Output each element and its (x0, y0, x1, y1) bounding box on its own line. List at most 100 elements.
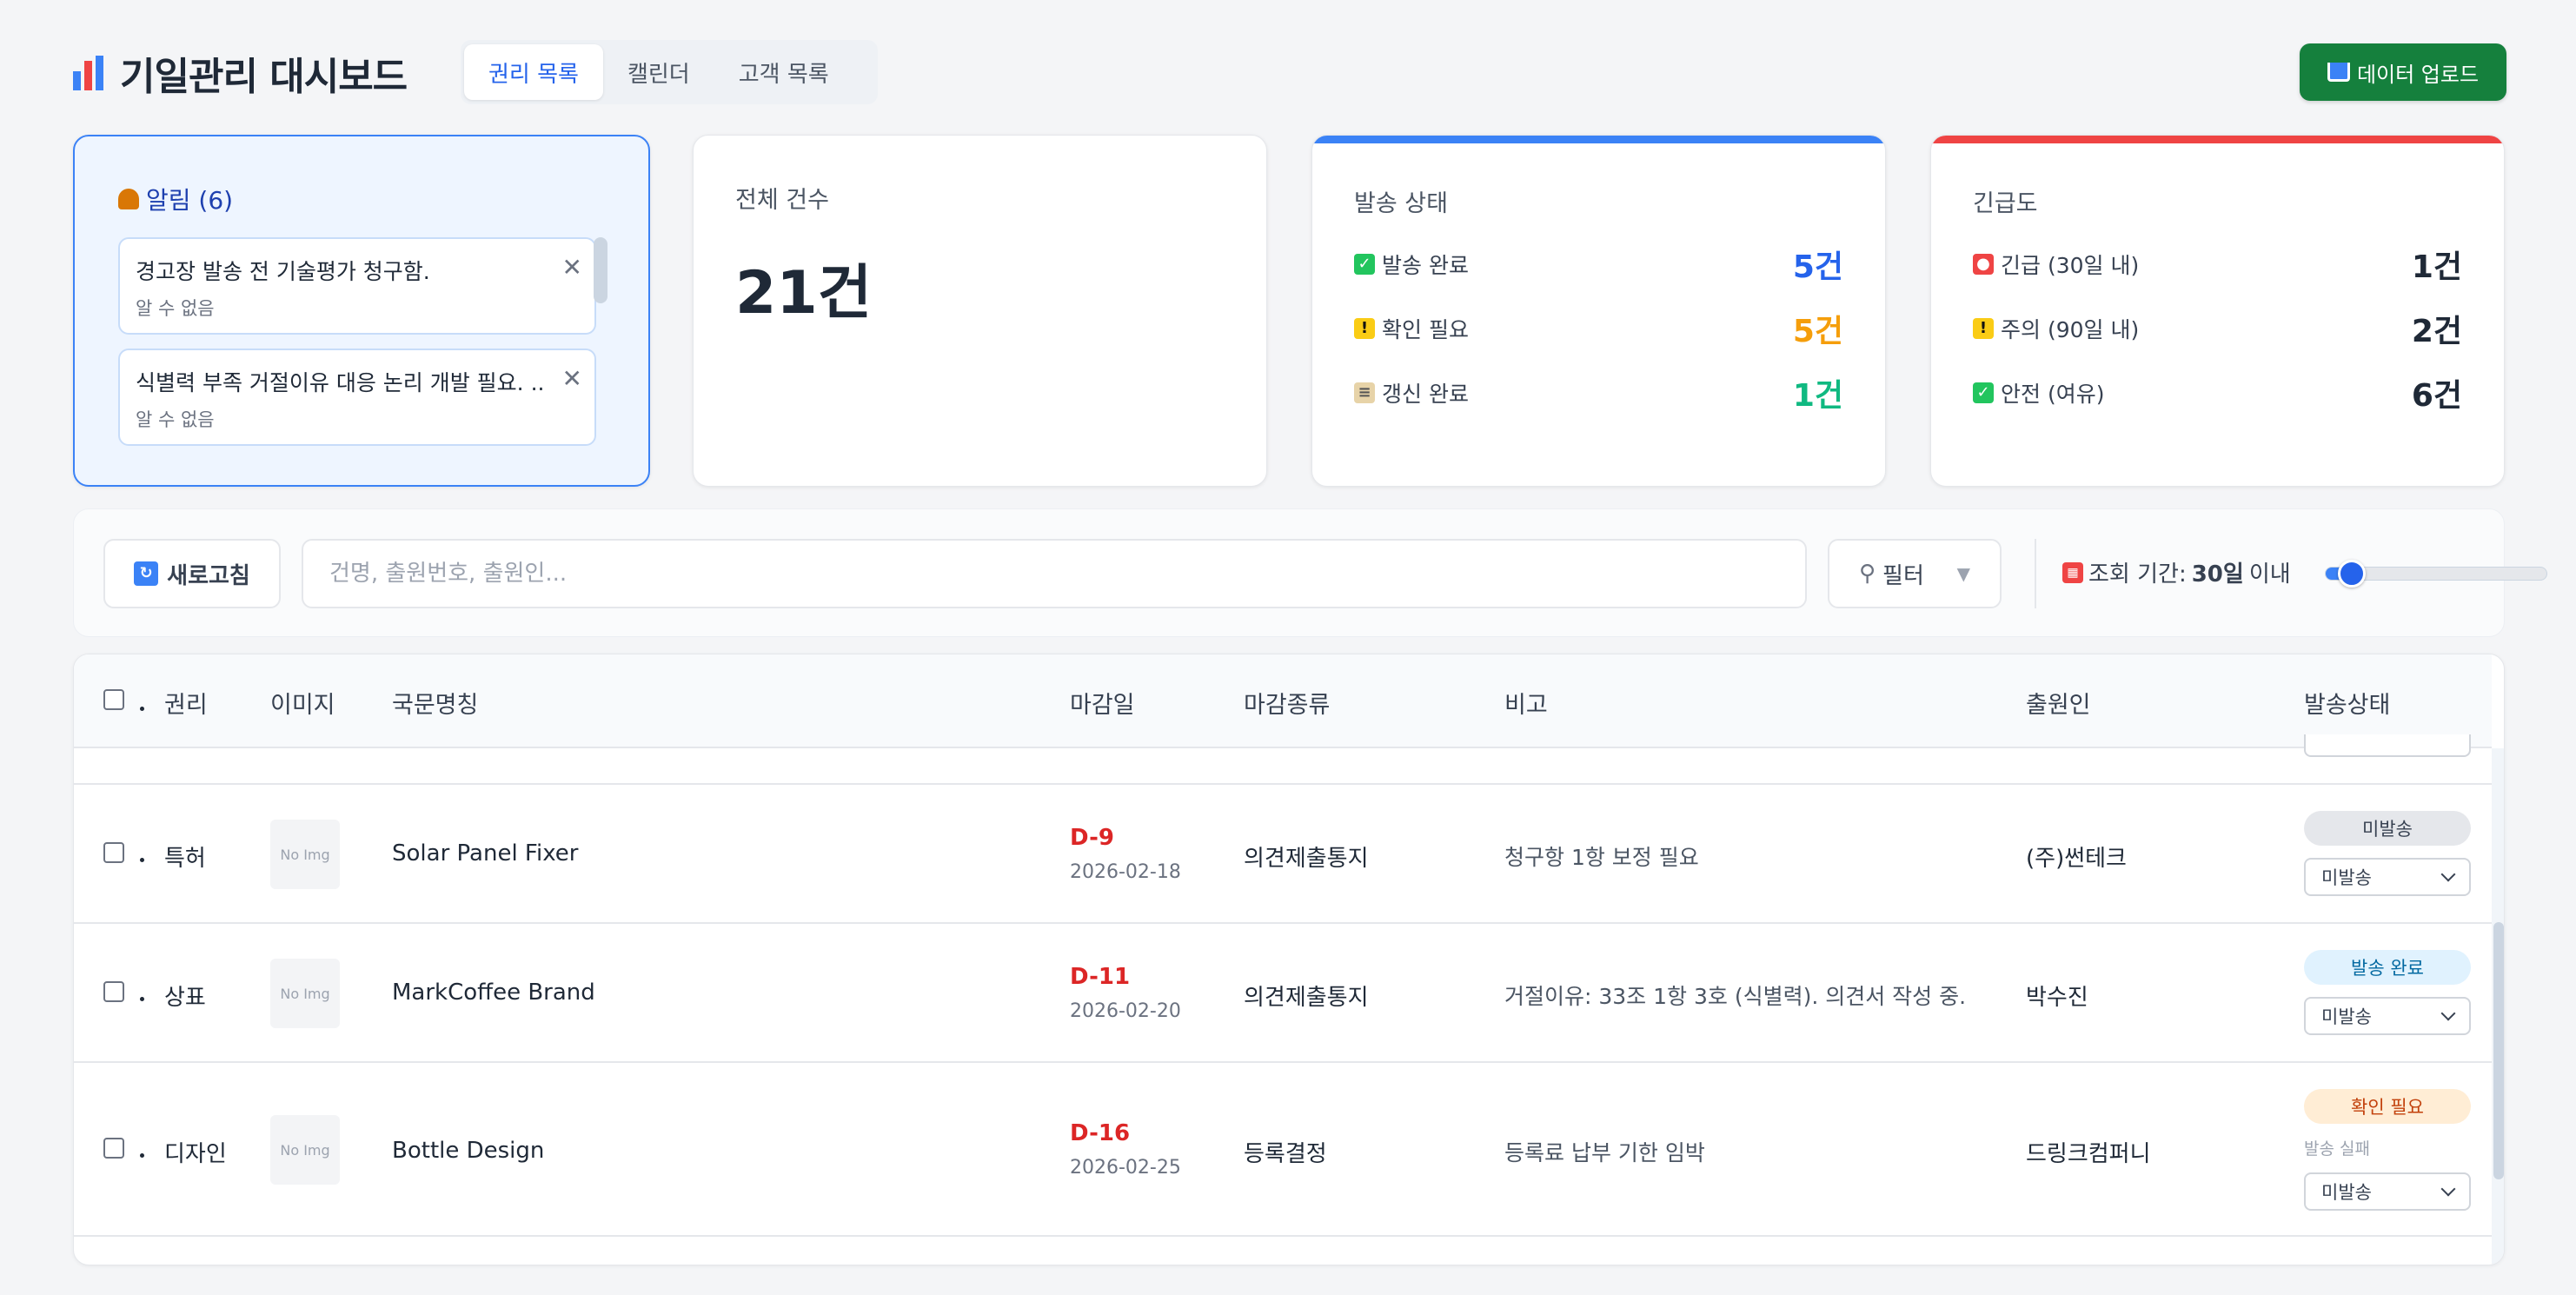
tab-rights-list[interactable]: 권리 목록 (464, 44, 603, 100)
urgency-row: ✓ 안전 (여유) 6건 (1973, 375, 2462, 414)
column-header-name[interactable]: 국문명칭 (392, 686, 478, 720)
select-all-checkbox[interactable] (103, 689, 124, 710)
urgency-accent (1931, 136, 2504, 143)
table-row[interactable]: 특허 No Img Solar Panel Fixer D-9 2026-02-… (74, 785, 2492, 924)
alerts-title: 알림 (6) (118, 182, 233, 216)
send-status-label: 발송 상태 (1354, 190, 1448, 217)
urgency-label: 긴급도 (1973, 190, 2038, 217)
chevron-down-icon (2440, 1006, 2456, 1021)
urgency-row-value: 2건 (2411, 314, 2462, 349)
filter-label: 필터 (1882, 562, 1924, 589)
refresh-icon: ↻ (134, 561, 159, 586)
send-status-select-value: 미발송 (2321, 1006, 2372, 1027)
check-icon: ✓ (1973, 382, 1994, 403)
page-title: 기일관리 대시보드 (73, 45, 408, 101)
column-header-deadline-type[interactable]: 마감종류 (1244, 686, 1330, 720)
row-applicant: (주)썬테크 (2026, 846, 2127, 872)
urgency-row: ● 긴급 (30일 내) 1건 (1973, 247, 2462, 285)
status-badge: 확인 필요 (2304, 1089, 2471, 1124)
status-badge: 발송 완료 (2304, 950, 2471, 985)
column-header-applicant[interactable]: 출원인 (2026, 686, 2091, 720)
refresh-button[interactable]: ↻ 새로고침 (103, 539, 281, 608)
send-status-select[interactable] (2304, 734, 2471, 757)
alert-text: 식별력 부족 거절이유 대응 논리 개발 필요. ... (136, 370, 544, 395)
filter-dropdown[interactable]: ⚲ 필터 ▼ (1828, 539, 2002, 608)
row-dday: D-9 (1070, 825, 1114, 851)
row-name[interactable]: MarkCoffee Brand (392, 980, 595, 1006)
send-status-card: 발송 상태 ✓ 발송 완료 5건 ! 확인 필요 5건 ≡ 갱신 완료 1건 (1311, 135, 1886, 487)
alerts-scrollbar[interactable] (594, 237, 607, 303)
send-status-row: ≡ 갱신 완료 1건 (1354, 375, 1843, 414)
toolbar: ↻ 새로고침 ⚲필터 ▼ ▦ 조회 기간: 30일 이내 (73, 508, 2547, 637)
bar-chart-icon (73, 56, 110, 90)
row-dot (140, 1153, 144, 1158)
row-dday: D-16 (1070, 1120, 1131, 1146)
table-row (74, 734, 2492, 785)
row-deadline-type: 등록결정 (1244, 1141, 1327, 1167)
bell-icon (118, 189, 139, 209)
chevron-down-icon (2440, 867, 2456, 882)
urgency-row-value: 1건 (2411, 249, 2462, 285)
send-status-row: ✓ 발송 완료 5건 (1354, 247, 1843, 285)
page-title-text: 기일관리 대시보드 (120, 55, 408, 99)
close-icon[interactable]: ✕ (562, 253, 582, 282)
send-status-select[interactable]: 미발송 (2304, 1172, 2471, 1211)
row-checkbox[interactable] (103, 842, 124, 863)
table-scrollbar[interactable] (2492, 748, 2504, 1265)
alert-item[interactable]: 경고장 발송 전 기술평가 청구함. 알 수 없음 ✕ (118, 237, 596, 335)
send-status-row-label: 갱신 완료 (1382, 382, 1469, 407)
row-note: 거절이유: 33조 1항 3호 (식별력). 의견서 작성 중. (1504, 984, 1967, 1009)
column-header-deadline[interactable]: 마감일 (1070, 686, 1135, 720)
send-status-row-label: 확인 필요 (1382, 317, 1469, 342)
warning-icon: ! (1354, 318, 1375, 339)
urgency-card: 긴급도 ● 긴급 (30일 내) 1건 ! 주의 (90일 내) 2건 ✓ 안전 (여… (1930, 135, 2505, 487)
upload-tray-icon (2327, 63, 2350, 82)
period-slider-handle[interactable] (2338, 560, 2367, 588)
alert-item[interactable]: 식별력 부족 거절이유 대응 논리 개발 필요. ... 알 수 없음 ✕ (118, 349, 596, 446)
column-header-right[interactable]: 권리 (164, 686, 208, 720)
table-header: 권리 이미지 국문명칭 마감일 마감종류 비고 출원인 발송상태 (74, 654, 2492, 748)
row-checkbox[interactable] (103, 981, 124, 1002)
upload-button[interactable]: 데이터 업로드 (2300, 43, 2506, 101)
period-suffix: 이내 (2248, 561, 2291, 588)
row-name[interactable]: Bottle Design (392, 1138, 544, 1164)
table-scrollbar-thumb[interactable] (2493, 922, 2504, 1179)
alert-sub: 알 수 없음 (136, 409, 215, 430)
urgency-row-label: 안전 (여유) (2001, 382, 2105, 407)
row-date: 2026-02-25 (1070, 1157, 1181, 1179)
alerts-title-text: 알림 (6) (146, 186, 234, 215)
tab-customer-list[interactable]: 고객 목록 (714, 44, 853, 100)
alerts-card: 알림 (6) 경고장 발송 전 기술평가 청구함. 알 수 없음 ✕ 식별력 부… (73, 135, 650, 487)
row-applicant: 박수진 (2026, 985, 2088, 1011)
row-name[interactable]: Solar Panel Fixer (392, 840, 579, 867)
urgency-row-value: 6건 (2411, 378, 2462, 414)
column-header-image[interactable]: 이미지 (270, 686, 335, 720)
close-icon[interactable]: ✕ (562, 364, 582, 393)
row-dot (140, 858, 144, 862)
tab-bar: 권리 목록 캘린더 고객 목록 (461, 40, 878, 104)
search-input[interactable] (302, 539, 1807, 608)
send-status-select[interactable]: 미발송 (2304, 997, 2471, 1035)
urgency-row: ! 주의 (90일 내) 2건 (1973, 311, 2462, 349)
send-status-accent (1312, 136, 1885, 143)
send-status-row: ! 확인 필요 5건 (1354, 311, 1843, 349)
total-count-card: 전체 건수 21건 (693, 135, 1267, 487)
table-row[interactable]: 상표 No Img MarkCoffee Brand D-11 2026-02-… (74, 924, 2492, 1063)
send-failure-text: 발송 실패 (2304, 1139, 2370, 1159)
row-date: 2026-02-20 (1070, 1000, 1181, 1022)
send-status-row-value: 1건 (1792, 378, 1843, 414)
column-header-send-status[interactable]: 발송상태 (2304, 686, 2390, 720)
row-checkbox[interactable] (103, 1138, 124, 1159)
toolbar-divider (2035, 539, 2036, 608)
total-count-value: 21건 (735, 259, 873, 328)
column-header-note[interactable]: 비고 (1504, 686, 1548, 720)
tab-calendar[interactable]: 캘린더 (603, 44, 714, 100)
period-slider[interactable] (2325, 560, 2547, 588)
send-status-select[interactable]: 미발송 (2304, 858, 2471, 896)
row-right: 특허 (164, 846, 206, 872)
send-status-row-label: 발송 완료 (1382, 253, 1469, 278)
row-right: 상표 (164, 985, 206, 1011)
table-row[interactable]: 디자인 No Img Bottle Design D-16 2026-02-25… (74, 1063, 2492, 1237)
send-status-row-value: 5건 (1792, 314, 1843, 349)
send-status-select-value: 미발송 (2321, 867, 2372, 888)
